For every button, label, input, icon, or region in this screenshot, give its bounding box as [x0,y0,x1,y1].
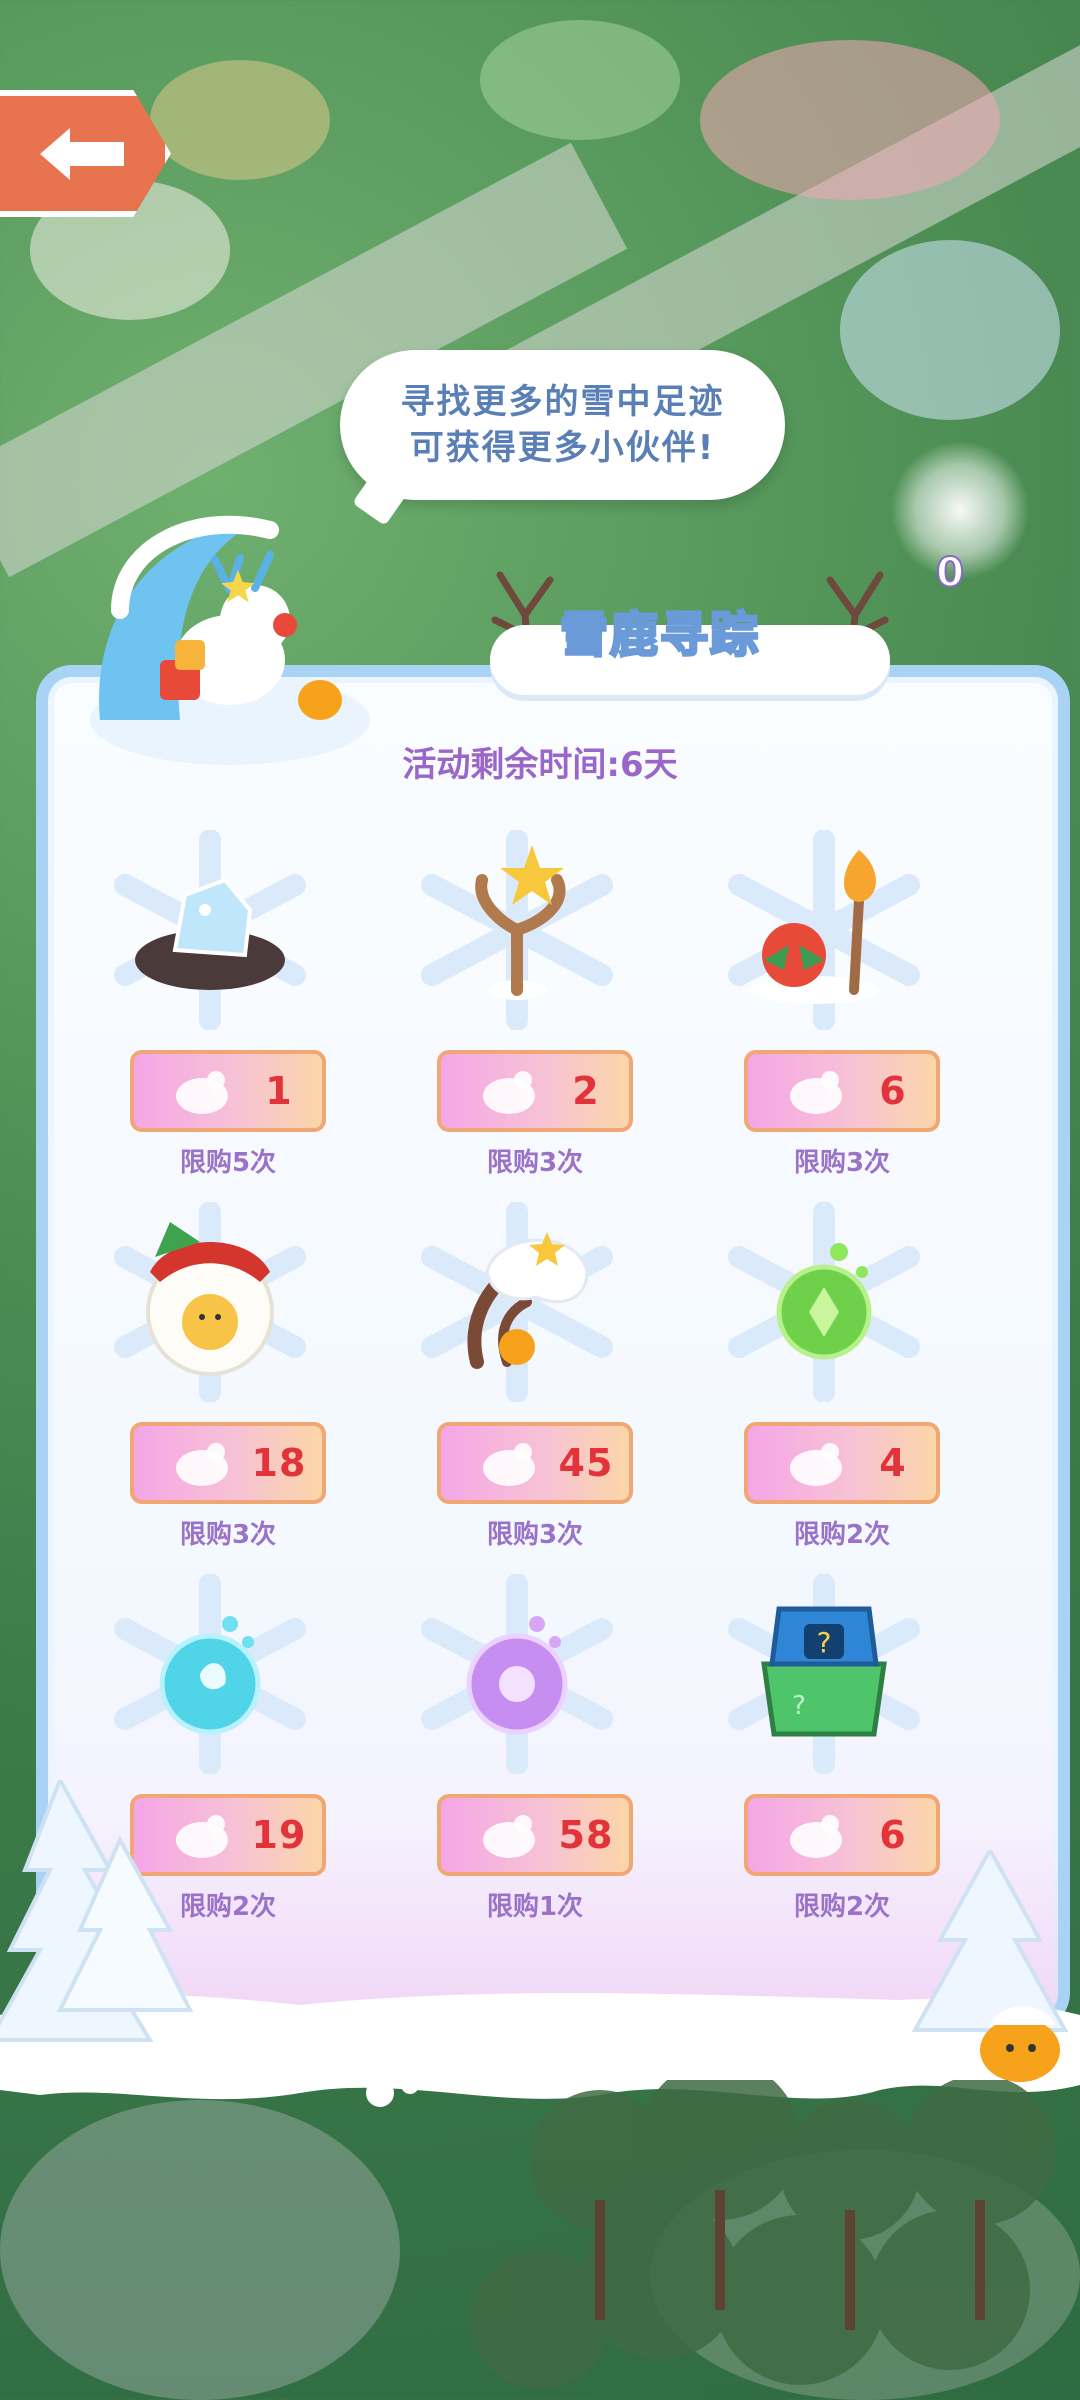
shop-item[interactable]: 2 限购3次 [367,820,667,1190]
price-button[interactable]: 45 [437,1422,633,1504]
price-value: 18 [251,1441,307,1485]
arrow-left-icon [39,127,124,180]
snowy-tree-right-icon [911,1850,1069,2082]
snow-footprint-counter: 0 [890,440,1030,610]
shop-item-grid: 1 限购5次 2 限购3次 6 限购3次 18 限购3次 45 限购3次 4 限… [60,820,1020,1970]
svg-text:?: ? [817,1626,832,1659]
purchase-limit: 限购3次 [179,1520,277,1550]
shop-item[interactable]: 6 限购3次 [674,820,974,1190]
price-value: 2 [572,1069,600,1113]
shop-item[interactable]: 18 限购3次 [60,1192,360,1562]
shop-item[interactable]: 1 限购5次 [60,820,360,1190]
snow-footprint-icon [790,1071,842,1114]
shop-item[interactable]: 58 限购1次 [367,1564,667,1934]
price-button[interactable]: 1 [130,1050,326,1132]
snow-footprint-icon [790,1815,842,1858]
hint-speech-bubble: 寻找更多的雪中足迹 可获得更多小伙伴! [340,350,785,500]
shop-item[interactable]: 4 限购2次 [674,1192,974,1562]
green-orb-icon [776,1243,872,1360]
price-value: 19 [251,1813,307,1857]
price-value: 6 [879,1069,907,1113]
snow-footprint-icon [483,1815,535,1858]
price-button[interactable]: 58 [437,1794,633,1876]
purchase-limit: 限购1次 [486,1892,584,1922]
price-value: 45 [558,1441,614,1485]
snow-footprint-icon [483,1443,535,1486]
snow-footprint-count: 0 [935,549,965,597]
snow-footprint-icon [176,1443,228,1486]
event-title-banner: 雪鹿寻踪 [490,555,890,695]
purchase-limit: 限购2次 [793,1520,891,1550]
snow-rock-icon [135,877,285,990]
star-branch-icon [475,845,566,1000]
price-button[interactable]: 4 [744,1422,940,1504]
antler-snow-icon [467,1232,589,1369]
snow-footprint-icon [483,1071,535,1114]
shop-item[interactable]: 45 限购3次 [367,1192,667,1562]
mystery-bag-icon: ? ? [761,1606,887,1737]
price-button[interactable]: 6 [744,1050,940,1132]
snowy-tree-left-icon [0,1780,194,2042]
snow-footprint-icon [790,1443,842,1486]
blue-orb-icon [159,1616,261,1735]
forest-background [470,2080,1055,2390]
price-value: 1 [265,1069,293,1113]
purchase-limit: 限购3次 [793,1148,891,1178]
event-remaining-time: 活动剩余时间:6天 [402,745,678,785]
price-button[interactable]: 2 [437,1050,633,1132]
hint-line-1: 寻找更多的雪中足迹 [400,382,725,422]
purchase-limit: 限购3次 [486,1520,584,1550]
purple-orb-icon [466,1616,568,1735]
price-value: 4 [879,1441,907,1485]
price-button[interactable]: 18 [130,1422,326,1504]
purchase-limit: 限购3次 [486,1148,584,1178]
lantern-torch-icon [749,850,879,1004]
price-value: 58 [558,1813,614,1857]
snow-footprint-icon [176,1071,228,1114]
chick-egg-house-icon [146,1222,274,1376]
svg-text:?: ? [792,1691,806,1721]
hint-line-2: 可获得更多小伙伴! [409,428,716,468]
purchase-limit: 限购5次 [179,1148,277,1178]
event-title: 雪鹿寻踪 [558,606,761,665]
